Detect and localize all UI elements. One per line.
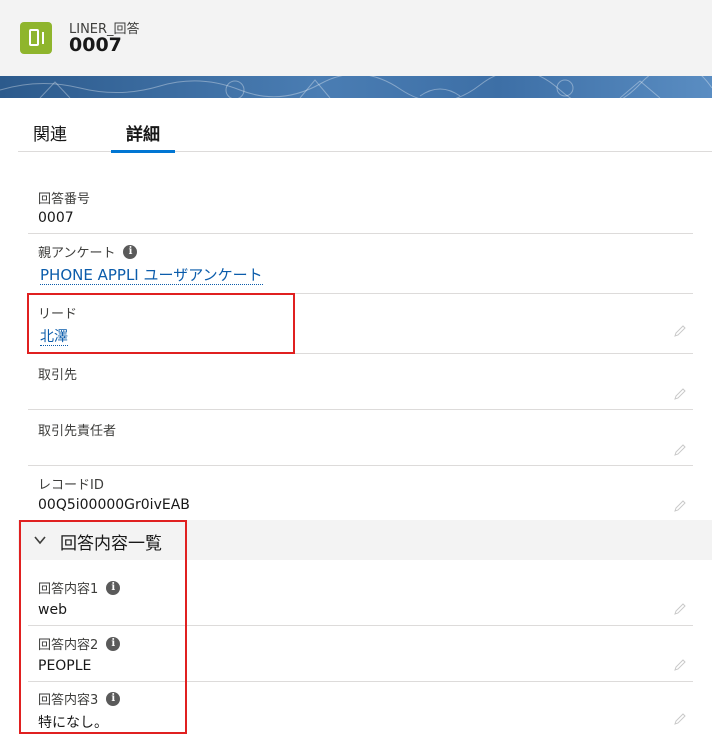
section-answer-list[interactable]: 回答内容一覧 — [18, 520, 712, 560]
pencil-icon[interactable] — [673, 712, 687, 726]
field-label: 回答番号 — [38, 188, 90, 207]
header-banner — [0, 76, 712, 98]
field-answer-2: 回答内容2 i PEOPLE — [28, 626, 693, 682]
contact-label: 取引先責任者 — [38, 424, 117, 439]
field-answer-1: 回答内容1 i web — [28, 570, 693, 626]
pencil-icon[interactable] — [673, 602, 687, 616]
pencil-icon[interactable] — [673, 324, 687, 338]
pencil-icon[interactable] — [673, 387, 687, 401]
record-title: 0007 — [69, 34, 122, 56]
lead-label: リード — [38, 307, 78, 322]
field-answer-3: 回答内容3 i 特になし。 — [28, 682, 693, 738]
lead-value: 北澤 — [40, 328, 68, 347]
field-label: 回答内容3 i — [38, 689, 121, 708]
lead-link[interactable]: 北澤 — [40, 329, 68, 346]
parent-survey-value: PHONE APPLI ユーザアンケート — [40, 266, 263, 285]
info-icon[interactable]: i — [123, 244, 138, 259]
info-icon[interactable]: i — [106, 691, 121, 706]
field-label: リード — [38, 303, 77, 322]
tab-details[interactable]: 詳細 — [111, 120, 175, 153]
section-title: 回答内容一覧 — [60, 534, 162, 554]
field-label: 取引先責任者 — [38, 420, 116, 439]
pencil-icon[interactable] — [673, 443, 687, 457]
tab-details-label: 詳細 — [126, 125, 160, 145]
record-header: LINER_回答 0007 — [0, 0, 712, 76]
phone-app-icon — [20, 22, 52, 54]
field-contact: 取引先責任者 — [28, 410, 693, 466]
active-tab-indicator — [111, 150, 175, 153]
field-label: 回答内容1 i — [38, 578, 121, 597]
field-lead: リード 北澤 — [28, 294, 693, 354]
field-label: レコードID — [38, 474, 104, 493]
answer-3-label: 回答内容3 — [38, 693, 99, 708]
chevron-down-icon[interactable] — [32, 532, 48, 548]
field-label: 親アンケート i — [38, 242, 138, 261]
tab-related[interactable]: 関連 — [33, 120, 67, 152]
field-account: 取引先 — [28, 354, 693, 410]
record-tabs: 関連 詳細 — [18, 98, 712, 153]
answer-number-label: 回答番号 — [38, 192, 91, 207]
field-record-id: レコードID 00Q5i00000Gr0ivEAB — [28, 466, 693, 520]
pencil-icon[interactable] — [673, 499, 687, 513]
record-id-label: レコードID — [38, 478, 104, 493]
answer-1-label: 回答内容1 — [38, 582, 99, 597]
parent-survey-label: 親アンケート — [38, 246, 116, 261]
answer-number-value: 0007 — [38, 210, 74, 226]
answer-2-label: 回答内容2 — [38, 638, 99, 653]
pencil-icon[interactable] — [673, 658, 687, 672]
field-parent-survey: 親アンケート i PHONE APPLI ユーザアンケート — [28, 234, 693, 294]
account-label: 取引先 — [38, 368, 78, 383]
answer-1-value: web — [38, 602, 67, 618]
field-label: 回答内容2 i — [38, 634, 121, 653]
field-label: 取引先 — [38, 364, 77, 383]
field-answer-number: 回答番号 0007 — [28, 180, 693, 234]
answer-2-value: PEOPLE — [38, 658, 92, 674]
info-icon[interactable]: i — [106, 580, 121, 595]
record-id-value: 00Q5i00000Gr0ivEAB — [38, 497, 190, 513]
parent-survey-link[interactable]: PHONE APPLI ユーザアンケート — [40, 266, 263, 285]
answer-3-value: 特になし。 — [38, 715, 108, 731]
info-icon[interactable]: i — [106, 636, 121, 651]
